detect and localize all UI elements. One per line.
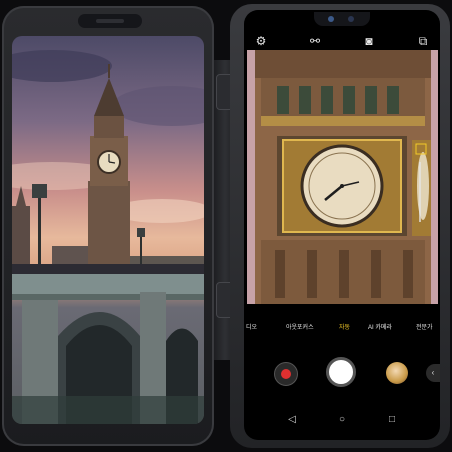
mode-manual[interactable]: 전문가	[416, 322, 433, 331]
settings-icon[interactable]: ⚙	[252, 32, 270, 50]
camera-viewfinder[interactable]	[247, 50, 438, 304]
left-notch	[78, 14, 142, 28]
shutter-button[interactable]	[326, 357, 356, 387]
camera-top-toolbar: ⚙ ⚯ ◙ ⧉	[244, 32, 440, 50]
camera-switch-icon[interactable]: ◙	[360, 32, 378, 50]
camera-mode-selector[interactable]: 디오 아웃포커스 자동 AI 카메라 전문가	[244, 322, 440, 336]
mode-ai-camera[interactable]: AI 카메라	[368, 322, 392, 331]
big-ben-closeup-illustration	[247, 50, 438, 304]
big-ben-scene-illustration	[12, 50, 204, 424]
mode-video[interactable]: 디오	[246, 322, 257, 331]
home-icon[interactable]: ○	[332, 410, 352, 430]
record-button[interactable]	[274, 362, 298, 386]
record-icon	[281, 369, 291, 379]
earpiece	[96, 19, 124, 23]
wallpaper-big-ben	[12, 36, 204, 424]
chevron-left-icon[interactable]: ‹	[426, 364, 440, 382]
camera-app-screen: ⚙ ⚯ ◙ ⧉ 디오 아웃포커스 자동 AI 카메라 전문가 ‹ ◁ ○ □	[244, 10, 440, 440]
mode-auto[interactable]: 자동	[339, 322, 350, 331]
flip-icon[interactable]: ⧉	[414, 32, 432, 50]
left-display-case	[2, 6, 214, 446]
filter-icon[interactable]: ⚯	[306, 32, 324, 50]
camera-controls: ‹	[244, 356, 440, 390]
navigation-bar: ◁ ○ □	[244, 410, 440, 430]
dual-screen-device: ⚙ ⚯ ◙ ⧉ 디오 아웃포커스 자동 AI 카메라 전문가 ‹ ◁ ○ □	[0, 0, 452, 452]
gallery-thumbnail[interactable]	[386, 362, 408, 384]
back-icon[interactable]: ◁	[282, 410, 302, 430]
camera-notch	[314, 12, 370, 26]
recents-icon[interactable]: □	[382, 410, 402, 430]
front-camera-lens	[328, 16, 334, 22]
sensor	[348, 16, 354, 22]
mode-out-focus[interactable]: 아웃포커스	[286, 322, 314, 331]
